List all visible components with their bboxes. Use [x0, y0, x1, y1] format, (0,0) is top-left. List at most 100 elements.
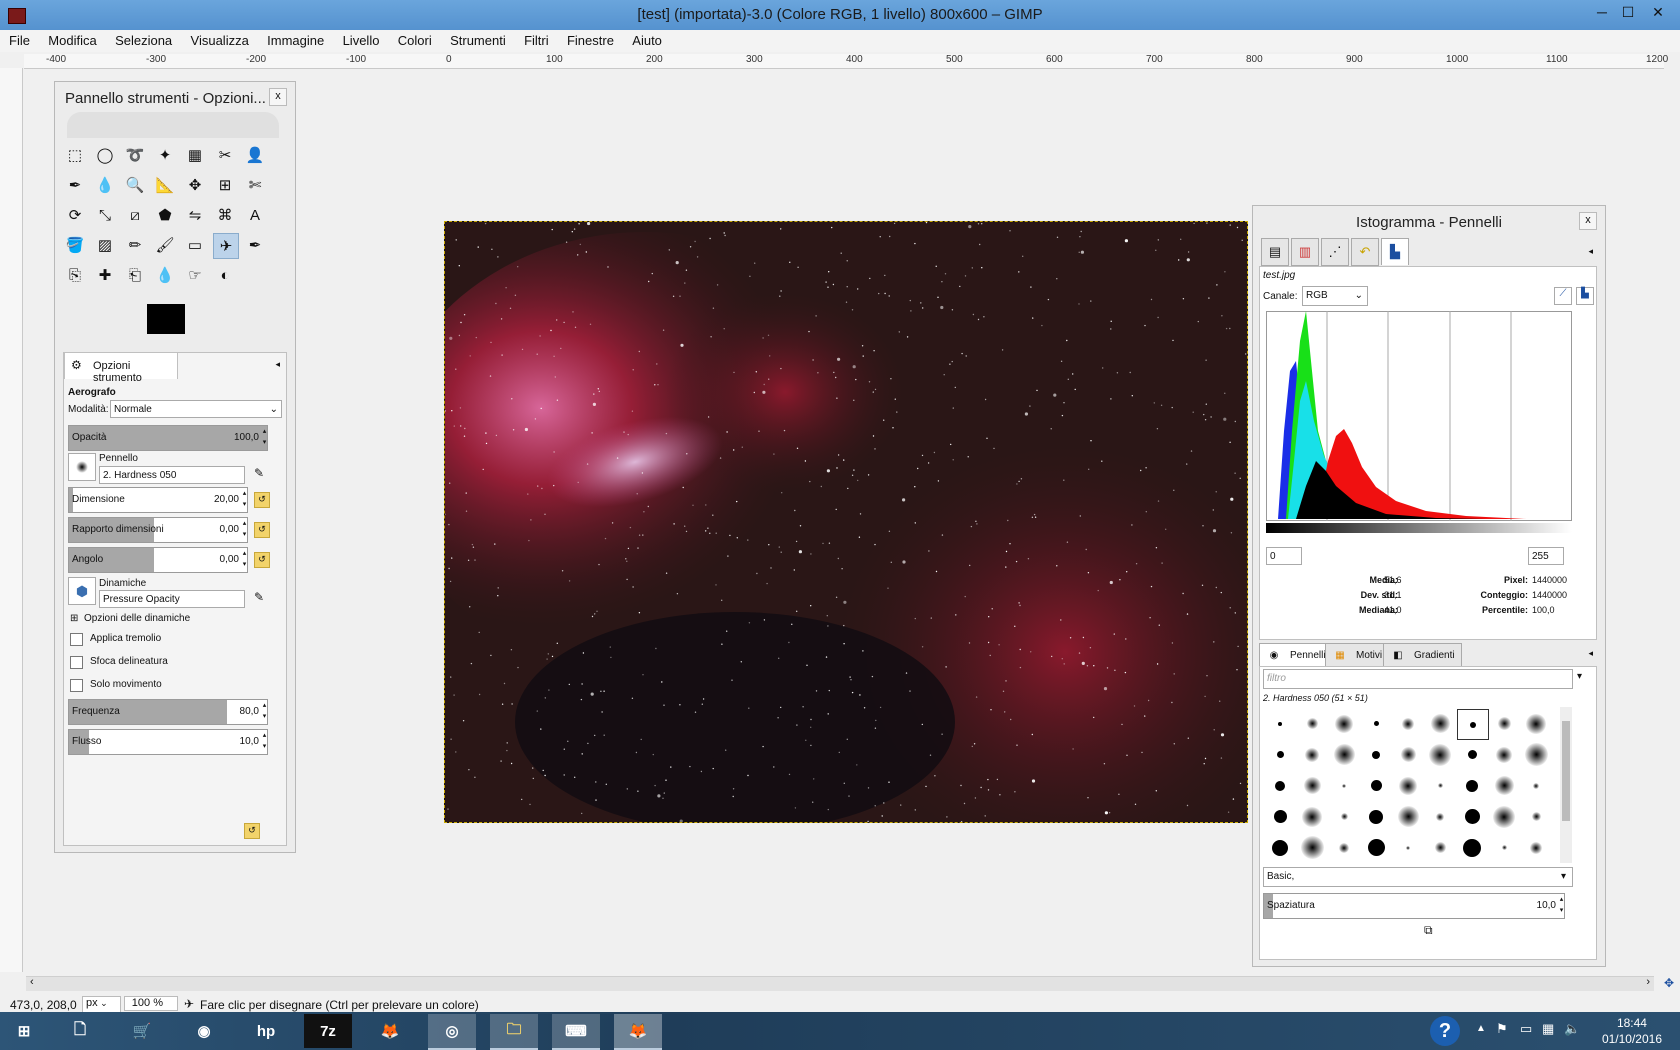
brush-thumbnail[interactable] — [1393, 771, 1423, 800]
taskbar-media-icon[interactable]: ◉ — [180, 1014, 228, 1048]
tab-layers[interactable]: ▤ — [1261, 238, 1289, 266]
brush-scroll-thumb[interactable] — [1562, 721, 1570, 821]
taskbar-7zip-icon[interactable]: 7z — [304, 1014, 352, 1048]
open-brush-editor-icon[interactable]: ⧉ — [1424, 923, 1433, 938]
brush-thumbnail[interactable] — [1489, 709, 1519, 738]
tab-histogram[interactable]: ▙ — [1381, 238, 1409, 265]
tool-foreground-select-icon[interactable]: 👤 — [243, 143, 267, 167]
tool-ellipse-select-icon[interactable]: ◯ — [93, 143, 117, 167]
rate-slider[interactable]: Frequenza 80,0 ▴ ▾ — [68, 699, 268, 725]
brush-thumbnail[interactable] — [1521, 771, 1551, 800]
size-slider[interactable]: Dimensione 20,00 ▴ ▾ — [68, 487, 248, 513]
brush-thumbnail[interactable] — [1521, 833, 1551, 862]
brush-thumbnail[interactable] — [1489, 802, 1519, 831]
brush-thumbnail[interactable] — [1457, 833, 1487, 862]
toolbox-close-button[interactable]: x — [269, 88, 287, 106]
tool-measure-icon[interactable]: 📐 — [153, 173, 177, 197]
brush-scrollbar[interactable] — [1560, 707, 1572, 863]
tool-rotate-icon[interactable]: ⟳ — [63, 203, 87, 227]
brush-thumbnail[interactable] — [1329, 833, 1359, 862]
brush-filter-input[interactable]: filtro — [1263, 669, 1573, 689]
spacing-spinner[interactable]: ▴ ▾ — [1558, 894, 1565, 918]
help-icon[interactable]: ? — [1430, 1016, 1460, 1046]
taskbar-store-icon[interactable]: 🛒 — [118, 1014, 166, 1048]
channel-select[interactable]: RGB ⌄ — [1302, 286, 1368, 306]
brush-thumbnail[interactable] — [1393, 833, 1423, 862]
scroll-left-icon[interactable]: ‹ — [30, 976, 34, 988]
tool-cage-icon[interactable]: ⌘ — [213, 203, 237, 227]
tray-expand-icon[interactable]: ▲ — [1476, 1023, 1486, 1034]
unit-select[interactable]: px ⌄ — [82, 996, 121, 1013]
menu-file[interactable]: File — [0, 30, 36, 48]
log-histogram-button[interactable]: ▙ — [1576, 287, 1594, 305]
dock-close-button[interactable]: x — [1579, 212, 1597, 230]
horizontal-scrollbar[interactable]: ‹ › — [26, 976, 1654, 991]
tool-pencil-icon[interactable]: ✏ — [123, 233, 147, 257]
brush-thumbnail[interactable] — [1361, 740, 1391, 769]
flag-icon[interactable]: ⚑ — [1496, 1021, 1508, 1037]
start-button[interactable]: ⊞ — [0, 1014, 48, 1048]
dynamics-options-expander[interactable]: Opzioni delle dinamiche — [84, 613, 190, 624]
edit-brush-icon[interactable]: ✎ — [254, 466, 264, 480]
brush-thumbnail[interactable] — [1425, 740, 1455, 769]
brush-thumbnail[interactable] — [1329, 802, 1359, 831]
taskbar-firefox-icon[interactable]: 🦊 — [366, 1014, 414, 1048]
tool-bucket-fill-icon[interactable]: 🪣 — [63, 233, 87, 257]
brush-menu-icon[interactable]: ◂ — [1588, 648, 1593, 659]
brush-thumbnail[interactable] — [1521, 740, 1551, 769]
edit-dynamics-icon[interactable]: ✎ — [254, 590, 264, 604]
brush-thumbnail[interactable] — [1329, 740, 1359, 769]
brush-thumbnail[interactable] — [1457, 740, 1487, 769]
close-button[interactable]: ✕ — [1644, 2, 1672, 22]
mode-select[interactable]: Normale ⌄ — [110, 400, 282, 418]
tool-dodge-burn-icon[interactable]: ◐ — [213, 263, 237, 287]
taskbar-file-icon[interactable]: 🗋 — [56, 1014, 104, 1048]
brush-thumbnail[interactable] — [1425, 709, 1455, 738]
brush-grid[interactable] — [1263, 707, 1557, 863]
volume-icon[interactable]: 🔈 — [1564, 1021, 1580, 1037]
tab-menu-icon[interactable]: ◂ — [275, 359, 280, 370]
menu-filtri[interactable]: Filtri — [515, 30, 555, 48]
tool-perspective-icon[interactable]: ⬟ — [153, 203, 177, 227]
brush-thumbnail[interactable] — [1457, 802, 1487, 831]
menu-colori[interactable]: Colori — [389, 30, 438, 48]
brush-thumbnail[interactable] — [1297, 740, 1327, 769]
menu-livello[interactable]: Livello — [334, 30, 386, 48]
reset-aspect-icon[interactable]: ↺ — [254, 522, 270, 538]
tab-tool-options[interactable]: ⚙ Opzioni strumento — [64, 352, 178, 384]
tab-paths[interactable]: ⋰ — [1321, 238, 1349, 266]
brush-thumbnail[interactable] — [1265, 771, 1295, 800]
tab-channels[interactable]: ▥ — [1291, 238, 1319, 266]
brush-thumbnail[interactable] — [1393, 802, 1423, 831]
tool-flip-icon[interactable]: ⇋ — [183, 203, 207, 227]
brush-thumbnail[interactable] — [1265, 740, 1295, 769]
opacity-spinner[interactable]: ▴ ▾ — [261, 426, 268, 450]
brush-thumbnail[interactable] — [1297, 833, 1327, 862]
brush-thumbnail[interactable] — [1457, 709, 1489, 740]
restore-options-icon[interactable]: ↺ — [244, 823, 260, 839]
taskbar-gimp-icon[interactable]: 🦊 — [614, 1014, 662, 1050]
brush-thumbnail[interactable] — [1361, 802, 1391, 831]
brush-thumbnail[interactable] — [1425, 771, 1455, 800]
opacity-slider[interactable]: Opacità 100,0 ▴ ▾ — [68, 425, 268, 451]
expand-icon[interactable]: ⊞ — [70, 613, 78, 624]
clock[interactable]: 18:44 01/10/2016 — [1602, 1015, 1662, 1047]
brush-thumbnail[interactable] — [1425, 833, 1455, 862]
foreground-color-swatch[interactable] — [147, 304, 185, 334]
angle-spinner[interactable]: ▴ ▾ — [241, 548, 248, 572]
tool-paintbrush-icon[interactable]: 🖌 — [153, 233, 177, 257]
tool-free-select-icon[interactable]: ➰ — [123, 143, 147, 167]
brush-thumbnail[interactable] — [1361, 709, 1391, 738]
menu-aiuto[interactable]: Aiuto — [623, 30, 668, 48]
tool-perspective-clone-icon[interactable]: ⎗ — [123, 263, 147, 287]
tool-blend-icon[interactable]: ▨ — [93, 233, 117, 257]
navigate-icon[interactable]: ✥ — [1664, 976, 1674, 990]
size-spinner[interactable]: ▴ ▾ — [241, 488, 248, 512]
tool-rect-select-icon[interactable]: ⬚ — [63, 143, 87, 167]
brush-thumbnail[interactable] — [1425, 802, 1455, 831]
tool-crop-icon[interactable]: ✄ — [243, 173, 267, 197]
taskbar-explorer-icon[interactable]: 🗀 — [490, 1014, 538, 1050]
vertical-ruler[interactable] — [0, 68, 23, 972]
tab-undo[interactable]: ↶ — [1351, 238, 1379, 266]
taskbar-chrome-icon[interactable]: ◎ — [428, 1014, 476, 1050]
